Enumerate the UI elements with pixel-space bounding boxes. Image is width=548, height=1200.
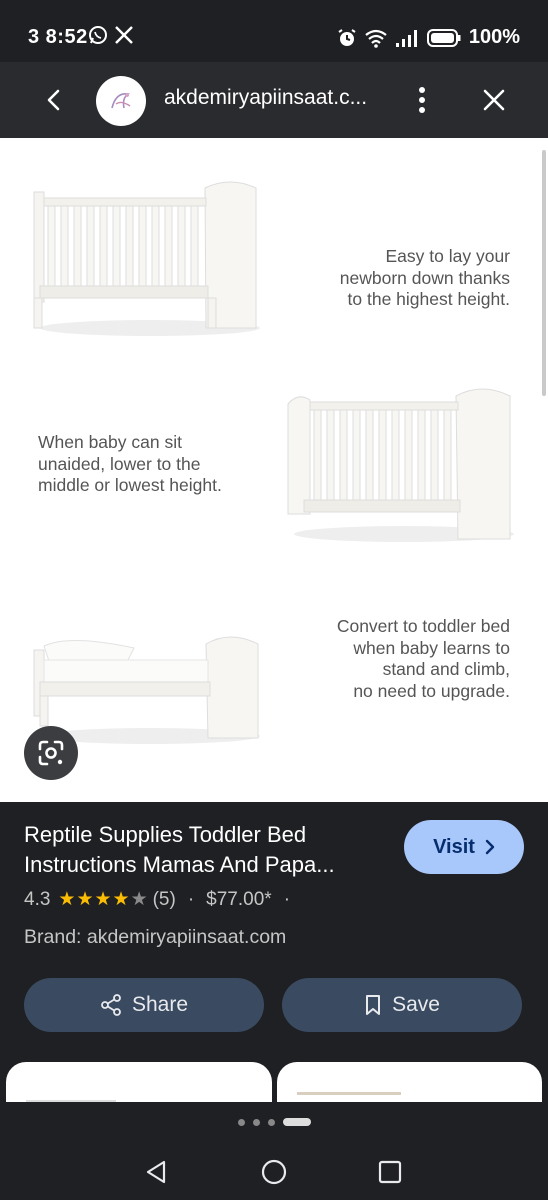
status-notification-icons	[88, 25, 134, 45]
alarm-icon	[338, 28, 356, 46]
viewer-top-bar: akdemiryapiinsaat.c...	[0, 62, 548, 138]
price: $77.00*	[206, 888, 272, 910]
full-stars: ★★★★	[58, 889, 131, 910]
half-star: ★	[130, 889, 149, 910]
nav-home-button[interactable]	[256, 1154, 292, 1190]
wifi-icon	[365, 29, 387, 48]
visit-label: Visit	[433, 835, 475, 858]
battery-icon	[426, 28, 461, 47]
share-button[interactable]: Share	[24, 978, 264, 1032]
save-label: Save	[392, 993, 440, 1016]
whatsapp-icon	[89, 26, 107, 44]
page-dot	[238, 1118, 245, 1126]
share-icon	[101, 994, 121, 1016]
close-icon	[483, 89, 505, 111]
product-image[interactable]: Easy to lay your newborn down thanks to …	[0, 138, 548, 802]
product-info-panel: Reptile Supplies Toddler Bed Instruction…	[0, 802, 548, 1122]
toddler-bed-illustration	[33, 636, 260, 744]
product-title-line: Reptile Supplies Toddler Bed	[24, 822, 307, 847]
caption-middle: When baby can sit unaided, lower to the …	[38, 432, 222, 497]
crib-middle-illustration	[287, 388, 514, 542]
star-rating-icon: ★★★★★	[58, 888, 148, 911]
page-dot-active	[283, 1118, 311, 1126]
rating-price-row: 4.3 ★★★★★ (5) · $77.00* ·	[24, 888, 302, 911]
caption-line: no need to upgrade.	[353, 680, 510, 701]
crib-highest-illustration	[33, 181, 260, 336]
x-icon	[115, 26, 133, 44]
status-bar: 3 8:52 100%	[0, 0, 548, 62]
product-title[interactable]: Reptile Supplies Toddler Bed Instruction…	[24, 820, 384, 880]
product-title-line: Instructions Mamas And Papa...	[24, 852, 335, 877]
nav-back-button[interactable]	[138, 1154, 174, 1190]
nav-back-icon	[146, 1160, 166, 1184]
bookmark-icon	[366, 995, 381, 1015]
rating-value: 4.3	[24, 888, 51, 910]
review-count: (5)	[152, 888, 176, 910]
battery-percent: 100%	[468, 26, 520, 48]
caption-line: Easy to lay your	[385, 246, 511, 266]
separator: ·	[187, 888, 195, 910]
site-logo-icon	[111, 92, 131, 109]
caption-line: middle or lowest height.	[38, 475, 222, 495]
back-button[interactable]	[36, 82, 72, 118]
status-right: 100%	[337, 26, 520, 49]
more-vert-icon	[419, 87, 425, 113]
caption-line: stand and climb,	[382, 659, 510, 679]
separator: ·	[283, 888, 291, 910]
caption-highest: Easy to lay your newborn down thanks to …	[340, 246, 510, 311]
page-dot	[253, 1118, 260, 1126]
caption-line: Convert to toddler bed	[336, 616, 510, 636]
system-navigation-bar	[0, 1102, 548, 1200]
site-title[interactable]: akdemiryapiinsaat.c...	[164, 86, 367, 110]
page-dot	[268, 1118, 275, 1126]
caption-line: to the highest height.	[347, 289, 510, 309]
caption-line: newborn down thanks	[339, 267, 510, 288]
share-label: Share	[131, 993, 189, 1016]
caption-line: When baby can sit	[38, 432, 182, 452]
image-scrollbar[interactable]	[542, 150, 546, 396]
signal-icon	[395, 29, 417, 47]
nav-recents-button[interactable]	[372, 1154, 408, 1190]
caption-line: unaided, lower to the	[38, 453, 201, 474]
site-logo[interactable]	[96, 76, 146, 126]
brand-text: Brand: akdemiryapiinsaat.com	[24, 926, 287, 948]
google-lens-button[interactable]	[24, 726, 78, 780]
page-indicator	[238, 1118, 311, 1126]
caption-toddler: Convert to toddler bed when baby learns …	[337, 616, 510, 702]
card-thumbnail-line	[297, 1092, 401, 1095]
nav-home-icon	[261, 1159, 287, 1185]
visit-button[interactable]: Visit	[404, 820, 524, 874]
google-lens-icon	[38, 740, 64, 766]
back-icon	[47, 89, 60, 111]
chevron-right-icon	[485, 839, 495, 855]
status-time: 3 8:52	[28, 26, 88, 48]
save-button[interactable]: Save	[282, 978, 522, 1032]
caption-line: when baby learns to	[353, 637, 510, 658]
more-options-button[interactable]	[406, 82, 438, 118]
close-button[interactable]	[476, 82, 512, 118]
nav-recents-icon	[378, 1160, 402, 1184]
